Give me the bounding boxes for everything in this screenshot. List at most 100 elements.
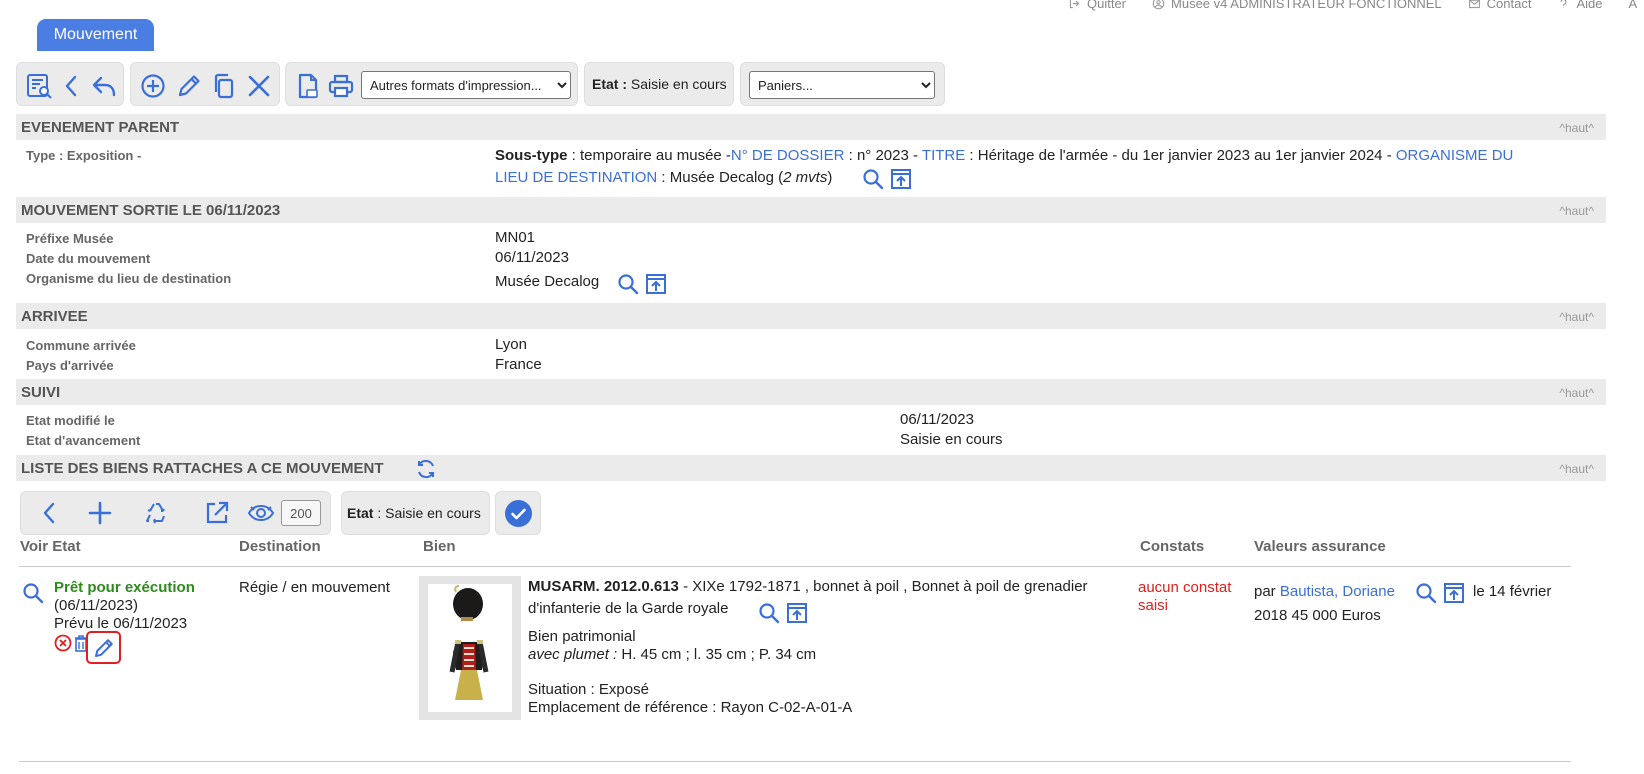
user-label: Musee v4 ADMINISTRATEUR FONCTIONNEL [1171, 0, 1442, 11]
mouvement-label: Date du mouvement [26, 251, 151, 266]
recycle-icon[interactable] [143, 499, 171, 527]
search-icon[interactable] [758, 602, 780, 624]
section-arrivee: ARRIVEE ^haut^ [16, 303, 1606, 329]
top-nav: Quitter Musee v4 ADMINISTRATEUR FONCTION… [1068, 0, 1644, 11]
row-status: Prêt pour exécution [54, 579, 195, 596]
search-icon[interactable] [1415, 582, 1437, 604]
org-value: : Musée Decalog ( [657, 169, 784, 186]
items-count: 200 [290, 505, 312, 521]
add-circle-icon[interactable] [139, 72, 167, 100]
suivi-label: Etat d'avancement [26, 433, 141, 448]
printer-icon[interactable] [327, 72, 355, 100]
etat-indicator: Etat : Saisie en cours [592, 76, 727, 92]
external-link-icon[interactable] [203, 499, 231, 527]
delete-x-icon[interactable] [245, 72, 273, 100]
bien-situation: Situation : Exposé [528, 681, 649, 698]
suivi-value: 06/11/2023 [900, 411, 974, 428]
list-etat-label: Etat [347, 505, 374, 521]
back-to-top-link[interactable]: ^haut^ [1559, 204, 1594, 218]
refresh-icon[interactable] [415, 458, 437, 480]
validate-check-icon[interactable] [505, 500, 532, 527]
etat-label: Etat : [592, 76, 627, 92]
arrivee-value: France [495, 356, 542, 373]
list-search-icon[interactable] [25, 72, 53, 100]
val-person-link[interactable]: Bautista, Doriane [1280, 583, 1395, 600]
extra-link[interactable]: A [1629, 0, 1638, 11]
help-icon [1560, 0, 1567, 8]
search-icon[interactable] [22, 582, 44, 604]
open-external-icon[interactable] [1443, 582, 1465, 604]
search-icon[interactable] [617, 273, 639, 295]
arrivee-label: Commune arrivée [26, 338, 136, 353]
pdf-doc-icon[interactable] [294, 72, 322, 100]
header-divider [19, 566, 1571, 567]
row-divider [19, 761, 1571, 762]
dims-value: H. 45 cm ; l. 35 cm ; P. 34 cm [617, 646, 817, 663]
suivi-value: Saisie en cours [900, 431, 1003, 448]
mail-icon [1468, 0, 1480, 9]
soustype-key: Sous-type [495, 147, 568, 164]
paniers-select[interactable]: Paniers... [749, 71, 935, 99]
section-evenement-parent: EVENEMENT PARENT ^haut^ [16, 114, 1606, 140]
row-status-date: (06/11/2023) [54, 597, 138, 614]
chevron-left-icon[interactable] [36, 499, 64, 527]
mouvement-label: Préfixe Musée [26, 231, 114, 246]
print-formats-select[interactable]: Autres formats d'impression... [361, 71, 571, 99]
section-title: MOUVEMENT SORTIE LE 06/11/2023 [21, 202, 281, 219]
arrivee-value: Lyon [495, 336, 527, 353]
user-link[interactable]: Musee v4 ADMINISTRATEUR FONCTIONNEL [1152, 0, 1442, 11]
section-title: ARRIVEE [21, 308, 88, 325]
undo-icon[interactable] [90, 72, 118, 100]
extra-label: A [1628, 0, 1638, 11]
constats-text: aucun constat saisi [1138, 579, 1231, 615]
quit-label: Quitter [1087, 0, 1127, 11]
soustype-value: : temporaire au musée - [567, 147, 731, 164]
plus-icon[interactable] [86, 499, 114, 527]
val-line2: 2018 45 000 Euros [1254, 607, 1381, 624]
column-header-voir-etat: Voir Etat [20, 538, 81, 555]
constats-line1: aucun constat [1138, 579, 1232, 596]
copy-icon[interactable] [210, 72, 238, 100]
bonnet-uniform-image [449, 585, 489, 700]
column-header-bien: Bien [423, 538, 456, 555]
back-to-top-link[interactable]: ^haut^ [1559, 310, 1594, 324]
bien-desc-line2: d'infanterie de la Garde royale [528, 600, 729, 617]
column-header-valeurs-assurance: Valeurs assurance [1254, 538, 1386, 555]
open-external-icon[interactable] [786, 602, 808, 624]
chevron-left-icon[interactable] [58, 72, 86, 100]
column-header-destination: Destination [239, 538, 321, 555]
items-count-box[interactable]: 200 [281, 500, 321, 526]
section-mouvement: MOUVEMENT SORTIE LE 06/11/2023 ^haut^ [16, 197, 1606, 223]
cancel-circle-icon[interactable] [54, 634, 72, 652]
row-destination: Régie / en mouvement [239, 579, 390, 596]
contact-link[interactable]: Contact [1468, 0, 1531, 11]
pencil-icon[interactable] [175, 72, 203, 100]
back-to-top-link[interactable]: ^haut^ [1559, 121, 1594, 135]
event-type-label: Type : Exposition - [26, 148, 142, 163]
section-suivi: SUIVI ^haut^ [16, 379, 1606, 405]
pencil-icon [95, 639, 113, 657]
bien-id-link[interactable]: MUSARM. 2012.0.613 [528, 578, 679, 595]
list-etat-value: : Saisie en cours [373, 505, 481, 521]
search-icon[interactable] [862, 168, 884, 190]
val-par: par [1254, 583, 1280, 600]
destination-org-link[interactable]: Musée Decalog [495, 273, 599, 290]
suivi-label: Etat modifié le [26, 413, 115, 428]
bien-type: Bien patrimonial [528, 628, 636, 645]
back-to-top-link[interactable]: ^haut^ [1559, 386, 1594, 400]
eye-icon[interactable] [247, 499, 275, 527]
section-title: SUIVI [21, 384, 61, 401]
section-liste-biens: LISTE DES BIENS RATTACHES A CE MOUVEMENT… [16, 455, 1606, 481]
dossier-value: : n° 2023 - [844, 147, 922, 164]
titre-value: : Héritage de l'armée - du 1er janvier 2… [965, 147, 1396, 164]
etat-value: Saisie en cours [630, 76, 727, 92]
quit-link[interactable]: Quitter [1068, 0, 1126, 11]
org-close: ) [827, 169, 833, 186]
tab-mouvement[interactable]: Mouvement [37, 19, 154, 51]
open-external-icon[interactable] [890, 168, 912, 190]
help-link[interactable]: Aide [1557, 0, 1603, 11]
edit-row-button[interactable] [86, 631, 121, 664]
bien-thumbnail[interactable] [419, 576, 521, 720]
open-external-icon[interactable] [645, 273, 667, 295]
back-to-top-link[interactable]: ^haut^ [1559, 462, 1594, 476]
